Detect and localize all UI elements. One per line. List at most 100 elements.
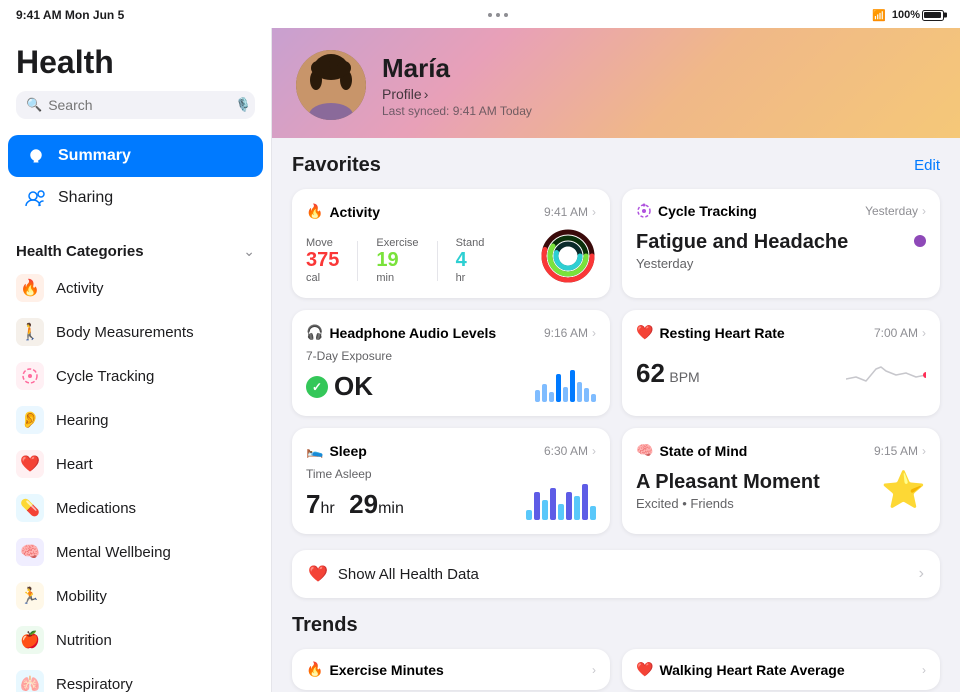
sidebar-item-body-measurements[interactable]: 🚶 Body Measurements bbox=[0, 310, 271, 354]
sidebar-item-sharing[interactable]: Sharing bbox=[8, 177, 263, 219]
trend-exercise-label: 🔥 Exercise Minutes bbox=[306, 661, 444, 678]
cycle-date: Yesterday bbox=[636, 256, 848, 271]
headphone-chart bbox=[535, 362, 596, 402]
sidebar-item-respiratory[interactable]: 🫁 Respiratory bbox=[0, 662, 271, 692]
mental-wellbeing-label: Mental Wellbeing bbox=[56, 544, 171, 561]
activity-icon: 🔥 bbox=[16, 274, 44, 302]
search-input[interactable] bbox=[48, 97, 229, 113]
battery-indicator: 100% bbox=[892, 9, 944, 21]
favorites-title: Favorites bbox=[292, 154, 381, 177]
sidebar-item-activity[interactable]: 🔥 Activity bbox=[0, 266, 271, 310]
body-measurements-label: Body Measurements bbox=[56, 324, 194, 341]
show-all-chevron: › bbox=[919, 565, 924, 583]
mind-detail: Excited • Friends bbox=[636, 496, 820, 511]
sleep-card-header: 🛌 Sleep 6:30 AM › bbox=[306, 442, 596, 459]
trends-title: Trends bbox=[292, 614, 358, 637]
ok-badge: ✓ OK bbox=[306, 371, 392, 402]
profile-info: María Profile › Last synced: 9:41 AM Tod… bbox=[382, 53, 936, 118]
bpm-unit: BPM bbox=[669, 369, 699, 385]
sharing-label: Sharing bbox=[58, 189, 113, 207]
chevron-down-icon[interactable]: ⌄ bbox=[243, 243, 255, 260]
ok-icon: ✓ bbox=[306, 376, 328, 398]
cycle-card-title: Cycle Tracking bbox=[636, 203, 757, 219]
sleep-card-icon: 🛌 bbox=[306, 442, 323, 459]
heart-label: Heart bbox=[56, 456, 93, 473]
activity-card-title: 🔥 Activity bbox=[306, 203, 380, 220]
mobility-label: Mobility bbox=[56, 588, 107, 605]
rhr-card-title: ❤️ Resting Heart Rate bbox=[636, 324, 785, 341]
categories-list: 🔥 Activity 🚶 Body Measurements Cycle Tra… bbox=[0, 266, 271, 692]
sidebar: Health 🔍 🎙️ Summary bbox=[0, 28, 272, 692]
move-stat: Move 375 cal bbox=[306, 237, 339, 284]
show-all-button[interactable]: ❤️ Show All Health Data › bbox=[292, 550, 940, 598]
headphone-card-header: 🎧 Headphone Audio Levels 9:16 AM › bbox=[306, 324, 596, 341]
sidebar-item-medications[interactable]: 💊 Medications bbox=[0, 486, 271, 530]
nutrition-label: Nutrition bbox=[56, 632, 112, 649]
sleep-chart bbox=[526, 484, 596, 520]
heart-rate-value: 62 bbox=[636, 358, 665, 388]
respiratory-icon: 🫁 bbox=[16, 670, 44, 692]
mind-card-header: 🧠 State of Mind 9:15 AM › bbox=[636, 442, 926, 459]
profile-link[interactable]: Profile › bbox=[382, 86, 936, 102]
favorites-grid: 🔥 Activity 9:41 AM › Move 375 bbox=[292, 189, 940, 534]
summary-icon bbox=[24, 144, 48, 168]
sharing-icon bbox=[24, 186, 48, 210]
mental-wellbeing-icon: 🧠 bbox=[16, 538, 44, 566]
sidebar-item-hearing[interactable]: 👂 Hearing bbox=[0, 398, 271, 442]
activity-time: 9:41 AM › bbox=[544, 205, 596, 219]
sleep-sub-label: Time Asleep bbox=[306, 467, 404, 481]
cycle-card-header: Cycle Tracking Yesterday › bbox=[636, 203, 926, 219]
sidebar-item-heart[interactable]: ❤️ Heart bbox=[0, 442, 271, 486]
battery-bar bbox=[922, 10, 944, 21]
cycle-tracking-label: Cycle Tracking bbox=[56, 368, 154, 385]
trend-walking-heart-rate[interactable]: ❤️ Walking Heart Rate Average › bbox=[622, 649, 940, 690]
activity-card-icon: 🔥 bbox=[306, 203, 323, 220]
search-icon: 🔍 bbox=[26, 97, 42, 113]
sidebar-item-cycle-tracking[interactable]: Cycle Tracking bbox=[0, 354, 271, 398]
trend-exercise-minutes[interactable]: 🔥 Exercise Minutes › bbox=[292, 649, 610, 690]
mind-card-title: 🧠 State of Mind bbox=[636, 442, 747, 459]
headphone-card[interactable]: 🎧 Headphone Audio Levels 9:16 AM › 7-Day… bbox=[292, 310, 610, 416]
app-title: Health bbox=[16, 44, 255, 81]
sidebar-nav: Summary Sharing bbox=[0, 127, 271, 227]
mind-time: 9:15 AM › bbox=[874, 444, 926, 458]
mind-mood: A Pleasant Moment bbox=[636, 471, 820, 494]
state-of-mind-card[interactable]: 🧠 State of Mind 9:15 AM › A Pleasant Mom… bbox=[622, 428, 940, 534]
activity-label: Activity bbox=[56, 280, 104, 297]
categories-title: Health Categories bbox=[16, 243, 144, 260]
summary-label: Summary bbox=[58, 147, 131, 165]
trends-list: 🔥 Exercise Minutes › ❤️ Walking Heart Ra… bbox=[292, 649, 940, 690]
trend-exercise-icon: 🔥 bbox=[306, 661, 323, 678]
hero-banner: María Profile › Last synced: 9:41 AM Tod… bbox=[272, 28, 960, 138]
profile-sync: Last synced: 9:41 AM Today bbox=[382, 104, 936, 118]
sleep-card[interactable]: 🛌 Sleep 6:30 AM › Time Asleep 7hr bbox=[292, 428, 610, 534]
wifi-icon: 📶 bbox=[872, 9, 886, 22]
sidebar-item-mobility[interactable]: 🏃 Mobility bbox=[0, 574, 271, 618]
sidebar-item-summary[interactable]: Summary bbox=[8, 135, 263, 177]
rhr-time: 7:00 AM › bbox=[874, 326, 926, 340]
heart-rate-chart bbox=[846, 349, 926, 389]
profile-name: María bbox=[382, 53, 936, 84]
sidebar-item-mental-wellbeing[interactable]: 🧠 Mental Wellbeing bbox=[0, 530, 271, 574]
search-bar[interactable]: 🔍 🎙️ bbox=[16, 91, 255, 119]
trend-heart-icon: ❤️ bbox=[636, 661, 653, 678]
activity-card[interactable]: 🔥 Activity 9:41 AM › Move 375 bbox=[292, 189, 610, 298]
sidebar-item-nutrition[interactable]: 🍎 Nutrition bbox=[0, 618, 271, 662]
activity-card-header: 🔥 Activity 9:41 AM › bbox=[306, 203, 596, 220]
cycle-symptoms: Fatigue and Headache bbox=[636, 231, 848, 254]
mic-icon[interactable]: 🎙️ bbox=[235, 97, 251, 113]
headphone-card-title: 🎧 Headphone Audio Levels bbox=[306, 324, 496, 341]
show-all-icon: ❤️ bbox=[308, 564, 328, 584]
headphone-icon: 🎧 bbox=[306, 324, 323, 341]
trend-exercise-chevron: › bbox=[592, 663, 596, 677]
status-time: 9:41 AM Mon Jun 5 bbox=[16, 8, 124, 22]
medications-icon: 💊 bbox=[16, 494, 44, 522]
cycle-tracking-card[interactable]: Cycle Tracking Yesterday › Fatigue and H… bbox=[622, 189, 940, 298]
categories-section-header: Health Categories ⌄ bbox=[0, 231, 271, 266]
cycle-time: Yesterday › bbox=[865, 204, 926, 218]
heart-icon: ❤️ bbox=[16, 450, 44, 478]
exercise-stat: Exercise 19 min bbox=[376, 237, 418, 284]
respiratory-label: Respiratory bbox=[56, 676, 133, 692]
edit-button[interactable]: Edit bbox=[914, 157, 940, 174]
resting-heart-rate-card[interactable]: ❤️ Resting Heart Rate 7:00 AM › 62 BP bbox=[622, 310, 940, 416]
